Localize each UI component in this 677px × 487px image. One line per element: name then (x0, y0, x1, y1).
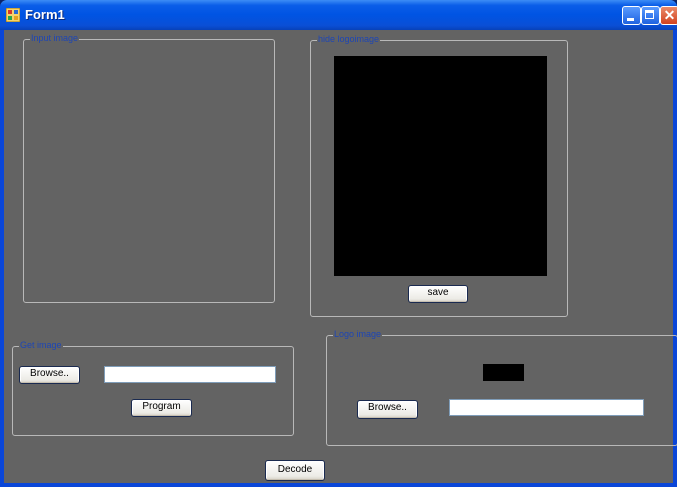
browse-image-button[interactable]: Browse.. (19, 366, 80, 384)
image-path-field[interactable] (104, 366, 276, 383)
title-bar[interactable]: Form1 ✕ (0, 0, 677, 30)
window-frame-bottom (0, 483, 677, 487)
form-client-area: Input image hide logoimage save Get imag… (4, 30, 677, 483)
window-title: Form1 (25, 7, 65, 22)
logo-image-label: Logo image (333, 328, 383, 340)
close-icon: ✕ (663, 7, 676, 23)
program-button[interactable]: Program (131, 399, 192, 417)
hide-logo-image-label: hide logoimage (317, 33, 381, 45)
logo-path-field[interactable] (449, 399, 644, 416)
browse-logo-button[interactable]: Browse.. (357, 400, 418, 419)
hide-logo-image-group: hide logoimage save (310, 33, 568, 317)
logo-picture (483, 364, 524, 381)
maximize-button[interactable] (641, 6, 660, 25)
minimize-icon (627, 18, 634, 21)
maximize-icon (645, 10, 654, 19)
logo-image-group: Logo image Browse.. (326, 328, 677, 446)
get-image-group: Get image Browse.. Program (12, 339, 294, 436)
close-button[interactable]: ✕ (660, 6, 677, 25)
input-image-group: Input image (23, 32, 275, 303)
input-image-label: Input image (30, 32, 80, 44)
decode-button[interactable]: Decode (265, 460, 325, 481)
minimize-button[interactable] (622, 6, 641, 25)
get-image-label: Get image (19, 339, 63, 351)
hidden-logo-picture (334, 56, 547, 276)
form-app-icon (6, 8, 20, 22)
save-button[interactable]: save (408, 285, 468, 303)
main-window: Form1 ✕ Input image hide logoimage save … (0, 0, 677, 487)
